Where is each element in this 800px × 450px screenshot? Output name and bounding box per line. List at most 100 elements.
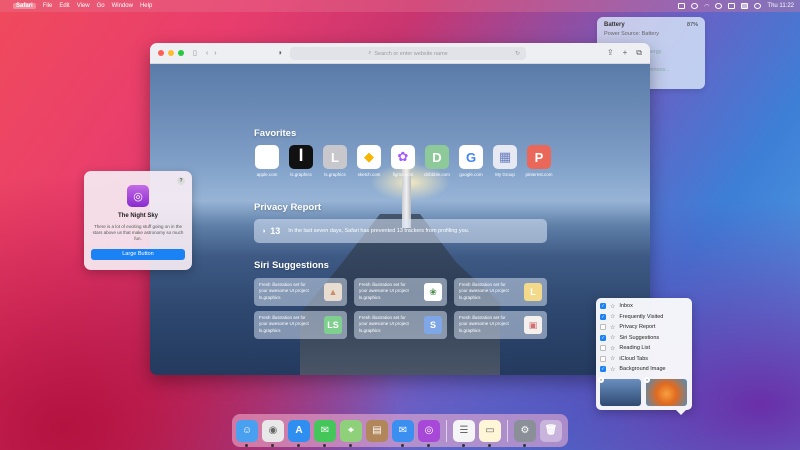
option-checkbox[interactable] (600, 355, 606, 362)
mail-icon: ✉ (398, 425, 408, 436)
favorite-tile[interactable]: Ddribbble.com (424, 145, 450, 177)
remove-icon[interactable]: × (644, 376, 650, 383)
forward-icon[interactable]: › (214, 50, 216, 57)
menu-go[interactable]: Go (97, 3, 105, 9)
address-bar[interactable]: ⌕ Search or enter website name ↻ (290, 47, 526, 60)
option-checkbox[interactable]: ✓ (600, 303, 606, 310)
background-thumbnail-lighthouse[interactable]: × (598, 376, 641, 406)
star-icon: ☆ (610, 366, 616, 373)
finder-icon: ☺ (241, 425, 253, 436)
menu-help[interactable]: Help (140, 3, 152, 9)
safari-window: ▯ ‹ › ◗ ⌕ Search or enter website name ↻… (150, 43, 650, 375)
battery-percent: 87% (686, 22, 698, 28)
tab-overview-icon[interactable]: ⧉ (636, 48, 642, 58)
back-icon[interactable]: ‹ (206, 50, 208, 57)
option-row[interactable]: ✓ ☆ Background Image (600, 364, 688, 375)
dock-app-maps[interactable]: ⌖ (340, 419, 362, 447)
zoom-window-button[interactable] (178, 50, 184, 56)
option-checkbox[interactable]: ✓ (600, 334, 606, 341)
favorite-tile[interactable]: ✿ figma.com (390, 145, 416, 177)
option-row[interactable]: ☆ iCloud Tabs (600, 354, 688, 365)
menu-window[interactable]: Window (112, 3, 133, 9)
option-checkbox[interactable]: ✓ (600, 366, 606, 373)
menu-file[interactable]: File (43, 3, 53, 9)
favorite-label: dribbble.com (424, 172, 450, 177)
clock[interactable]: Thu 11:22 (767, 3, 794, 9)
favorite-tile[interactable]: Ppinterest.com (526, 145, 553, 177)
background-thumbnail-abstract[interactable]: × (644, 376, 687, 406)
option-checkbox[interactable] (600, 345, 606, 352)
option-checkbox[interactable] (600, 324, 606, 331)
dock-app-app-store[interactable]: A (288, 419, 310, 447)
siri-suggestion-card[interactable]: Fresh illustration set for your awesome U… (454, 278, 547, 306)
remove-icon[interactable]: × (598, 376, 604, 383)
siri-suggestion-card[interactable]: Fresh illustration set for your awesome U… (454, 311, 547, 339)
dock-app-trash[interactable]: 🗑 (540, 419, 562, 442)
favorite-tile[interactable]: apple.com (254, 145, 280, 177)
option-row[interactable]: ☆ Privacy Report (600, 322, 688, 333)
favorite-site-icon: D (425, 145, 449, 169)
help-icon[interactable]: ? (177, 177, 185, 185)
dock-app-messages[interactable]: ✉ (314, 419, 336, 447)
new-tab-icon[interactable]: + (623, 48, 628, 58)
airplay-icon[interactable] (678, 3, 686, 9)
siri-suggestions-title: Siri Suggestions (254, 260, 329, 271)
dock-app-chrome[interactable]: ◉ (262, 419, 284, 447)
option-row[interactable]: ✓ ☆ Inbox (600, 301, 688, 312)
minimize-window-button[interactable] (168, 50, 174, 56)
system-preferences-icon: ⚙ (520, 425, 530, 436)
reload-icon[interactable]: ↻ (515, 50, 520, 57)
favorite-label: google.com (459, 172, 483, 177)
favorite-site-icon: P (527, 145, 551, 169)
option-label: Siri Suggestions (619, 334, 660, 341)
dock-app-notes-brown[interactable]: ▤ (366, 419, 388, 442)
running-indicator (271, 443, 274, 447)
option-row[interactable]: ✓ ☆ Frequently Visited (600, 312, 688, 323)
menu-safari[interactable]: Safari (13, 3, 36, 9)
dock-app-notes[interactable]: ▭ (479, 419, 501, 447)
control-center-icon[interactable] (728, 3, 736, 9)
favorite-tile[interactable]: ▦ My Group (492, 145, 518, 177)
notes-icon: ▭ (485, 425, 495, 436)
close-window-button[interactable] (158, 50, 164, 56)
privacy-shield-icon[interactable]: ◗ (278, 48, 283, 57)
search-icon[interactable] (715, 3, 723, 9)
favorite-tile[interactable]: ◆ sketch.com (356, 145, 382, 177)
suggestion-thumbnail: ▲ (324, 283, 342, 301)
dock-app-finder[interactable]: ☺ (236, 419, 258, 447)
share-icon[interactable]: ⇪ (607, 48, 614, 58)
favorite-site-icon (255, 145, 279, 169)
reminders-icon: ☰ (459, 425, 469, 436)
siri-icon[interactable] (754, 3, 762, 9)
favorite-tile[interactable]: Ggoogle.com (458, 145, 484, 177)
sidebar-toggle-icon[interactable]: ▯ (193, 49, 197, 57)
favorite-tile[interactable]: Lls.graphics (322, 145, 348, 177)
privacy-tracker-count: 13 (270, 226, 281, 236)
dock-app-reminders[interactable]: ☰ (453, 419, 475, 447)
dock-app-system-preferences[interactable]: ⚙ (514, 419, 536, 447)
notes-brown-icon: ▤ (372, 425, 382, 436)
siri-suggestion-card[interactable]: Fresh illustration set for your awesome U… (354, 278, 447, 306)
search-icon: ⌕ (368, 50, 372, 56)
siri-suggestion-card[interactable]: Fresh illustration set for your awesome U… (254, 311, 347, 339)
suggestion-thumbnail: LS (324, 316, 342, 334)
dock-app-podcasts[interactable]: ◎ (418, 419, 440, 447)
app-store-icon: A (295, 425, 303, 436)
menu-view[interactable]: View (77, 3, 90, 9)
siri-suggestion-card[interactable]: Fresh illustration set for your awesome U… (254, 278, 347, 306)
siri-suggestion-card[interactable]: Fresh illustration set for your awesome U… (354, 311, 447, 339)
battery-power-source: Power Source: Battery (604, 31, 660, 37)
wifi-icon[interactable]: ◠ (704, 3, 709, 10)
screen-time-icon[interactable] (691, 3, 699, 9)
menu-edit[interactable]: Edit (59, 3, 69, 9)
battery-icon[interactable] (741, 3, 749, 9)
dock-app-mail[interactable]: ✉ (392, 419, 414, 447)
shield-icon: ◗ (262, 227, 267, 235)
favorite-tile[interactable]: ꟾ ls.graphics (288, 145, 314, 177)
large-button[interactable]: Large Button (91, 249, 185, 260)
night-sky-popover: ? ◎ The Night Sky There is a lot of exci… (84, 171, 192, 270)
option-checkbox[interactable]: ✓ (600, 313, 606, 320)
option-row[interactable]: ☆ Reading List (600, 343, 688, 354)
privacy-report-card[interactable]: ◗ 13 In the last seven days, Safari has … (254, 219, 547, 243)
option-row[interactable]: ✓ ☆ Siri Suggestions (600, 333, 688, 344)
